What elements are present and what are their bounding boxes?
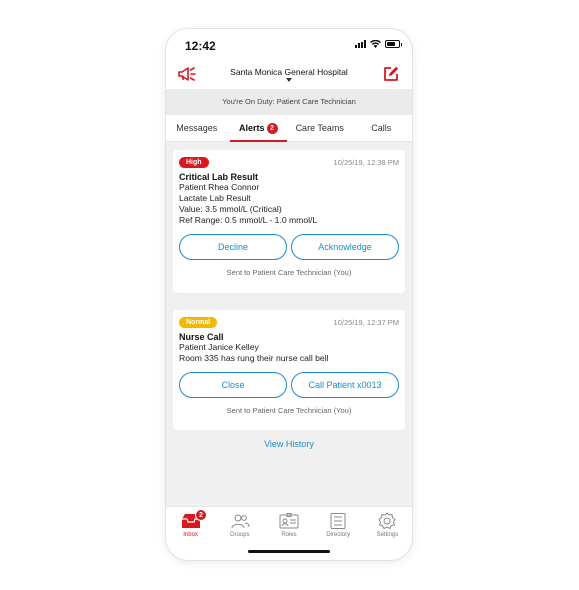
alert-timestamp: 10/25/19, 12:37 PM	[333, 318, 399, 327]
alert-title: Nurse Call	[179, 332, 224, 342]
tab-label: Messages	[176, 123, 218, 133]
alert-card[interactable]: Normal 10/25/19, 12:37 PM Nurse Call Pat…	[173, 310, 405, 430]
alert-line: Ref Range: 0.5 mmol/L - 1.0 mmol/L	[179, 215, 318, 225]
alert-title: Critical Lab Result	[179, 172, 259, 182]
nav-label: Inbox	[183, 532, 198, 538]
priority-badge: High	[179, 157, 209, 168]
priority-badge: Normal	[179, 317, 218, 328]
battery-icon	[385, 40, 402, 48]
chevron-down-icon[interactable]	[286, 78, 292, 82]
nav-label: Roles	[281, 532, 297, 538]
home-indicator[interactable]	[248, 550, 330, 553]
alerts-list: High 10/25/19, 12:38 PM Critical Lab Res…	[166, 142, 412, 506]
settings-icon	[377, 512, 397, 530]
nav-item-settings[interactable]: Settings	[363, 507, 412, 546]
alert-card[interactable]: High 10/25/19, 12:38 PM Critical Lab Res…	[173, 150, 405, 293]
compose-icon[interactable]	[380, 64, 402, 84]
sent-to-text: Sent to Patient Care Technician (You)	[226, 406, 352, 415]
tab-alerts[interactable]: Alerts 2	[228, 115, 290, 142]
tab-label: Care Teams	[295, 123, 344, 133]
view-history-link[interactable]: View History	[166, 439, 412, 449]
wifi-icon	[370, 40, 381, 48]
inbox-count-badge: 2	[195, 509, 207, 521]
alert-line: Room 335 has rung their nurse call bell	[179, 353, 329, 363]
tab-bar: Messages Alerts 2 Care Teams Calls	[166, 115, 412, 142]
nav-item-directory[interactable]: Directory	[314, 507, 363, 546]
directory-icon	[328, 512, 348, 530]
bottom-nav: 2 Inbox Groups Roles Directory Settings	[166, 506, 412, 546]
tab-messages[interactable]: Messages	[166, 115, 228, 141]
alert-line: Lactate Lab Result	[179, 193, 251, 203]
status-bar: 12:42	[166, 29, 412, 59]
nav-label: Settings	[376, 532, 399, 538]
nav-item-groups[interactable]: Groups	[215, 507, 264, 546]
megaphone-icon[interactable]	[176, 64, 198, 84]
app-header: Santa Monica General Hospital	[166, 59, 412, 89]
sent-to-text: Sent to Patient Care Technician (You)	[226, 268, 352, 277]
tab-care-teams[interactable]: Care Teams	[289, 115, 351, 141]
alert-line: Patient Janice Kelley	[179, 342, 259, 352]
nav-label: Groups	[229, 532, 250, 538]
close-button[interactable]: Close	[179, 372, 287, 398]
hospital-selector[interactable]: Santa Monica General Hospital	[206, 67, 372, 77]
alert-timestamp: 10/25/19, 12:38 PM	[333, 158, 399, 167]
nav-item-inbox[interactable]: 2 Inbox	[166, 507, 215, 546]
signal-icon	[355, 40, 366, 48]
tab-calls[interactable]: Calls	[351, 115, 413, 141]
duty-banner: You're On Duty: Patient Care Technician	[166, 89, 412, 115]
phone-frame: 12:42 Santa Monica General Hospital You'…	[166, 29, 412, 560]
alerts-count-badge: 2	[266, 123, 278, 134]
call-patient-button[interactable]: Call Patient x0013	[291, 372, 399, 398]
acknowledge-button[interactable]: Acknowledge	[291, 234, 399, 260]
tab-label: Calls	[371, 123, 392, 133]
roles-icon	[279, 512, 299, 530]
alert-line: Value: 3.5 mmol/L (Critical)	[179, 204, 282, 214]
status-icons	[355, 40, 402, 48]
groups-icon	[230, 512, 250, 530]
nav-item-roles[interactable]: Roles	[264, 507, 313, 546]
nav-label: Directory	[326, 532, 351, 538]
decline-button[interactable]: Decline	[179, 234, 287, 260]
status-time: 12:42	[185, 39, 216, 53]
tab-label: Alerts	[238, 123, 265, 133]
alert-line: Patient Rhea Connor	[179, 182, 260, 192]
